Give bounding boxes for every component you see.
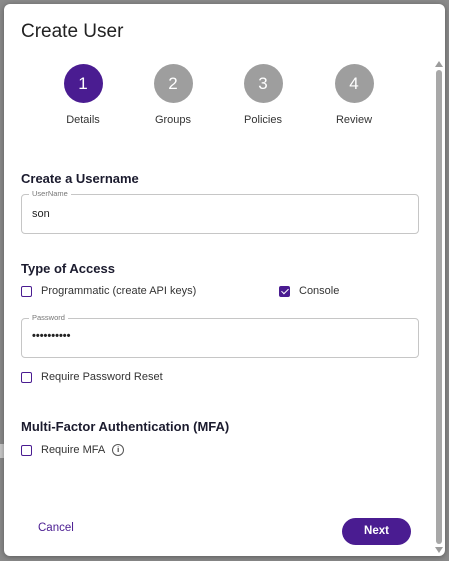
dialog-title: Create User <box>21 21 124 42</box>
require-reset-checkbox[interactable] <box>21 371 32 383</box>
step-groups[interactable]: 2 Groups <box>133 64 213 126</box>
username-field[interactable]: UserName son <box>21 189 419 234</box>
console-access-label: Console <box>299 285 340 297</box>
username-section-title: Create a Username <box>21 171 139 186</box>
next-button[interactable]: Next <box>342 518 411 545</box>
cancel-button[interactable]: Cancel <box>38 522 74 534</box>
username-field-label: UserName <box>29 189 71 198</box>
step-label: Details <box>66 114 100 126</box>
require-reset-label: Require Password Reset <box>41 371 163 383</box>
step-label: Review <box>335 114 373 126</box>
access-section-title: Type of Access <box>21 261 115 276</box>
require-reset-checkbox-row[interactable]: Require Password Reset <box>21 371 163 383</box>
console-access-checkbox[interactable] <box>279 285 290 297</box>
step-number: 3 <box>243 64 283 103</box>
wizard-stepper: 1 Details 2 Groups 3 Policies 4 Review <box>4 64 434 144</box>
scrollbar[interactable] <box>433 58 445 556</box>
step-review[interactable]: 4 Review <box>314 64 394 126</box>
password-field[interactable]: Password •••••••••• <box>21 313 419 358</box>
info-icon[interactable]: i <box>112 444 125 456</box>
step-number: 1 <box>63 64 103 103</box>
step-number: 4 <box>334 64 374 103</box>
mfa-section-title: Multi-Factor Authentication (MFA) <box>21 419 230 434</box>
require-mfa-label: Require MFA <box>41 444 106 456</box>
step-details[interactable]: 1 Details <box>43 64 123 126</box>
step-label: Policies <box>244 114 282 126</box>
scrollbar-thumb[interactable] <box>436 70 442 544</box>
password-input[interactable]: •••••••••• <box>32 330 71 342</box>
username-input[interactable]: son <box>32 208 50 220</box>
step-label: Groups <box>154 114 192 126</box>
require-mfa-checkbox[interactable] <box>21 444 32 456</box>
console-access-checkbox-row[interactable]: Console <box>279 285 339 297</box>
password-field-label: Password <box>29 313 68 322</box>
programmatic-access-checkbox[interactable] <box>21 285 32 297</box>
step-policies[interactable]: 3 Policies <box>223 64 303 126</box>
scroll-up-arrow-icon[interactable] <box>435 61 443 67</box>
require-mfa-checkbox-row[interactable]: Require MFA i <box>21 444 125 456</box>
step-number: 2 <box>153 64 193 103</box>
programmatic-access-label: Programmatic (create API keys) <box>41 285 197 297</box>
create-user-dialog: Create User 1 Details 2 Groups 3 Policie… <box>4 4 445 556</box>
scroll-down-arrow-icon[interactable] <box>435 547 443 553</box>
programmatic-access-checkbox-row[interactable]: Programmatic (create API keys) <box>21 285 196 297</box>
